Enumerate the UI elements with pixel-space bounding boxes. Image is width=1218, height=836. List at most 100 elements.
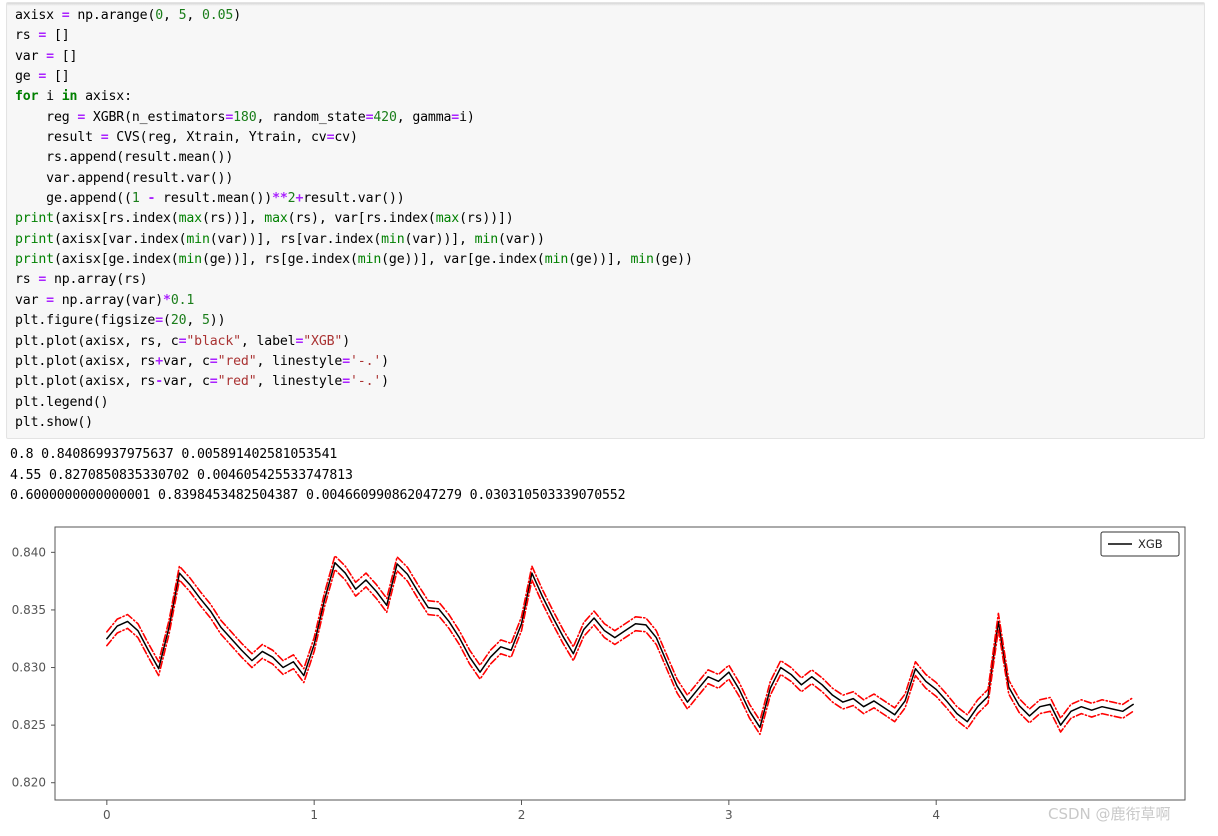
x-tick-label: 1	[310, 808, 318, 822]
code-source[interactable]: axisx = np.arange(0, 5, 0.05) rs = [] va…	[15, 6, 693, 433]
code-token: var, c	[163, 353, 210, 369]
code-token: reg	[15, 109, 78, 125]
code-token: i	[38, 89, 62, 105]
code-token: '-.'	[350, 374, 382, 390]
code-token: **	[272, 191, 288, 207]
code-token: 0	[155, 8, 164, 23]
code-token: (ge))	[653, 252, 693, 268]
code-token: (var))], rs[var.index(	[209, 231, 382, 247]
code-token: in	[61, 89, 78, 105]
code-token: =	[209, 374, 218, 390]
csdn-watermark: CSDN @鹿衔草啊	[1048, 805, 1171, 823]
code-token: plt.plot(axisx, rs, c	[15, 333, 179, 349]
code-token: min	[474, 231, 499, 247]
code-token: min	[544, 252, 569, 268]
code-token: =	[451, 109, 460, 125]
matplotlib-figure: 0.820 0.825 0.830 0.835 0.840 0 1 2 3 4 XGB	[0, 512, 1218, 836]
code-token: ge	[15, 69, 39, 85]
code-token: ,	[186, 8, 203, 23]
chart-legend: XGB	[1100, 531, 1180, 557]
code-token: )	[233, 8, 241, 23]
code-token: max	[435, 211, 460, 227]
code-cell[interactable]: axisx = np.arange(0, 5, 0.05) rs = [] va…	[6, 2, 1205, 439]
code-token: =	[46, 48, 54, 64]
code-token: []	[46, 28, 70, 44]
code-token: 1	[131, 191, 140, 207]
code-token: ))	[209, 313, 226, 329]
code-token: "red"	[217, 374, 257, 390]
code-token: +	[155, 353, 164, 369]
code-token: cv)	[334, 130, 358, 146]
code-token: )	[342, 333, 350, 349]
code-token: var, c	[163, 374, 210, 390]
code-token: []	[53, 48, 78, 64]
x-tick-label: 3	[725, 808, 733, 822]
x-axis-ticks: 0 1 2 3 4	[103, 800, 940, 822]
code-token: XGBR(n_estimators	[85, 109, 226, 125]
code-token: result.var())	[303, 191, 405, 207]
code-token: =	[77, 109, 86, 125]
y-tick-label: 0.825	[12, 718, 46, 732]
code-token: 5	[202, 313, 210, 329]
code-token: , gamma	[396, 109, 452, 125]
code-token: 20	[170, 313, 187, 329]
code-token: (axisx[rs.index(	[53, 211, 179, 227]
code-token: max	[264, 211, 288, 227]
code-token: rs	[15, 272, 39, 288]
code-token: =	[342, 374, 350, 390]
code-token: (var))],	[404, 231, 475, 247]
code-token: 0.05	[202, 8, 234, 23]
code-token: , linestyle	[256, 353, 343, 369]
line-chart: 0.820 0.825 0.830 0.835 0.840 0 1 2 3 4 XGB	[12, 526, 1186, 822]
code-token: np.array(var)	[53, 292, 164, 308]
code-token: =	[209, 353, 218, 369]
code-token: var	[15, 292, 47, 308]
code-token: "black"	[186, 333, 241, 349]
code-token: 420	[373, 109, 397, 125]
code-token: =	[342, 353, 350, 369]
code-token: result	[15, 130, 101, 146]
code-token: for	[15, 89, 39, 105]
code-token: max	[178, 211, 203, 227]
code-token: "red"	[217, 353, 257, 369]
code-token: =	[61, 8, 70, 23]
code-token: 0.1	[170, 292, 195, 308]
code-token: =	[38, 69, 47, 85]
code-token: , random_state	[256, 109, 366, 125]
code-token: )	[381, 374, 389, 390]
code-token: min	[381, 231, 405, 247]
code-token: -	[155, 374, 164, 390]
code-token: =	[155, 313, 164, 329]
code-token: '-.'	[350, 353, 382, 369]
legend-label-xgb: XGB	[1138, 537, 1163, 551]
x-tick-label: 0	[103, 808, 111, 822]
code-token: min	[186, 231, 210, 247]
code-token: result.mean())	[155, 191, 273, 207]
code-token: (var))	[498, 231, 545, 247]
code-token: (rs), var[rs.index(	[287, 211, 436, 227]
code-token: =	[225, 109, 234, 125]
code-token: (ge))], var[ge.index(	[381, 252, 545, 268]
cell-stdout-output: 0.8 0.840869937975637 0.0058914025810535…	[10, 447, 626, 504]
code-token: , label	[240, 333, 296, 349]
code-token: print	[15, 211, 54, 227]
code-token: (rs))],	[201, 211, 265, 227]
y-axis-ticks: 0.820 0.825 0.830 0.835 0.840	[12, 545, 55, 790]
code-token: ge.append((	[15, 191, 132, 207]
code-token: "XGB"	[303, 333, 343, 349]
code-token: plt.plot(axisx, rs	[15, 353, 156, 369]
code-token: plt.legend()	[15, 394, 109, 410]
code-token: i)	[459, 109, 475, 125]
code-token: (	[163, 313, 171, 329]
code-token: min	[357, 252, 382, 268]
x-tick-label: 2	[518, 808, 526, 822]
y-tick-label: 0.820	[12, 776, 46, 790]
code-token: rs.append(result.mean())	[15, 150, 234, 166]
code-token: np.arange(	[69, 8, 156, 23]
code-token: *	[163, 292, 171, 308]
code-token: plt.plot(axisx, rs	[15, 374, 156, 390]
y-tick-label: 0.840	[12, 545, 46, 559]
code-token: (ge))],	[568, 252, 631, 268]
code-token: =	[38, 28, 47, 44]
code-token: (rs))])	[459, 211, 514, 227]
